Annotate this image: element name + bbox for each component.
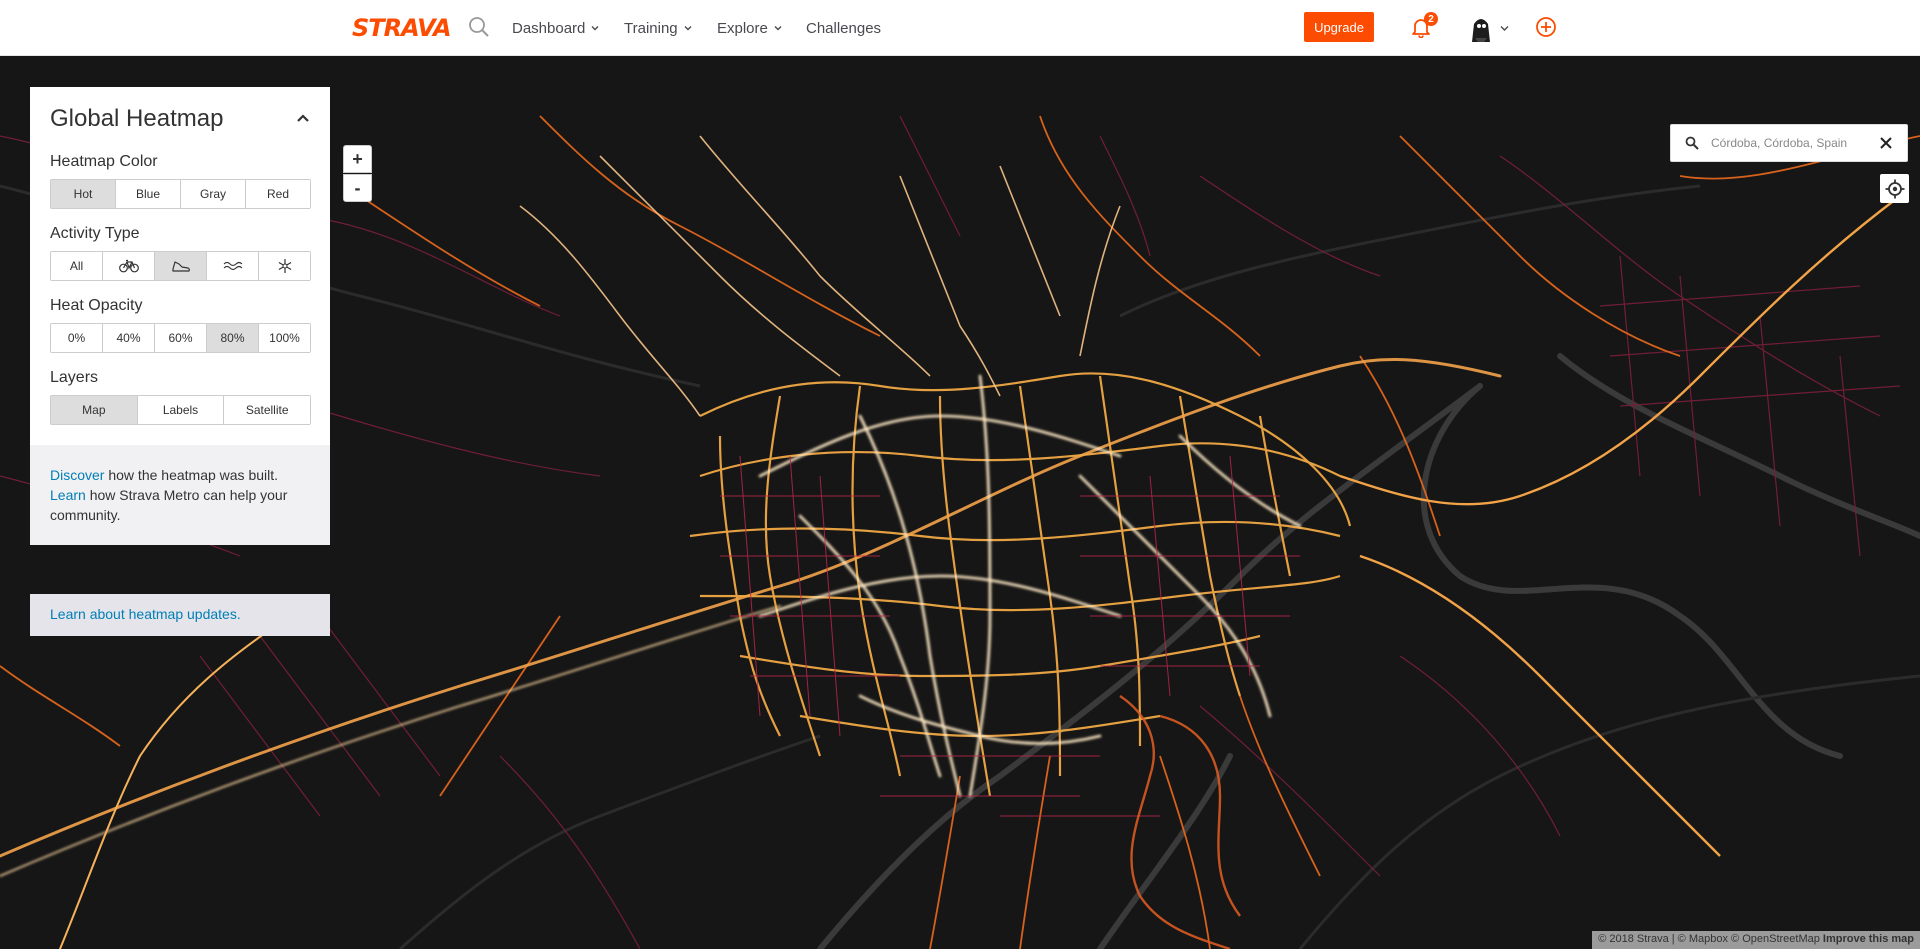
- chevron-down-icon[interactable]: [1500, 24, 1509, 32]
- nav-dashboard-menu[interactable]: Dashboard: [512, 18, 599, 38]
- heat-opacity-selector: 0% 40% 60% 80% 100%: [50, 323, 311, 353]
- activity-option-water[interactable]: [207, 252, 259, 280]
- zoom-in-button[interactable]: +: [343, 145, 372, 173]
- activity-type-label: Activity Type: [50, 225, 140, 242]
- nav-training-menu[interactable]: Training: [624, 18, 692, 38]
- close-icon[interactable]: [1879, 136, 1893, 150]
- chevron-down-icon: [774, 26, 782, 31]
- heatmap-updates-link[interactable]: Learn about heatmap updates.: [50, 606, 241, 622]
- panel-title: Global Heatmap: [50, 105, 224, 132]
- add-circle-icon[interactable]: [1535, 16, 1557, 38]
- notification-count-badge: 2: [1424, 12, 1438, 26]
- heatmap-settings-panel: Global Heatmap Heatmap Color Hot Blue Gr…: [30, 87, 330, 545]
- activity-option-run[interactable]: [155, 252, 207, 280]
- nav-explore-label: Explore: [717, 19, 768, 37]
- opacity-option-80[interactable]: 80%: [207, 324, 259, 352]
- nav-dashboard-label: Dashboard: [512, 19, 586, 37]
- chevron-up-icon[interactable]: [296, 113, 310, 123]
- heatmap-color-selector: Hot Blue Gray Red: [50, 179, 311, 209]
- search-icon: [1685, 136, 1699, 150]
- discover-text: how the heatmap was built.: [104, 467, 279, 483]
- attribution-text: © 2018 Strava | © Mapbox © OpenStreetMap: [1598, 933, 1823, 945]
- avatar[interactable]: [1466, 12, 1496, 44]
- heatmap-color-label: Heatmap Color: [50, 153, 158, 170]
- location-search-input[interactable]: [1711, 136, 1879, 150]
- color-option-red[interactable]: Red: [246, 180, 310, 208]
- heat-opacity-section: Heat Opacity 0% 40% 60% 80% 100%: [30, 297, 330, 353]
- strava-logo[interactable]: STRAVA: [352, 14, 452, 42]
- learn-link[interactable]: Learn: [50, 487, 86, 503]
- nav-training-label: Training: [624, 19, 678, 37]
- layers-label: Layers: [50, 369, 99, 386]
- layer-option-satellite[interactable]: Satellite: [224, 396, 310, 424]
- zoom-out-button[interactable]: -: [343, 174, 372, 202]
- panel-footer: Discover how the heatmap was built. Lear…: [30, 445, 330, 545]
- heatmap-color-section: Heatmap Color Hot Blue Gray Red: [30, 153, 330, 209]
- panel-header: Global Heatmap: [30, 87, 330, 147]
- discover-link[interactable]: Discover: [50, 467, 104, 483]
- snowflake-icon: [278, 259, 291, 273]
- top-navigation-bar: STRAVA Dashboard Training Explore Challe…: [0, 0, 1920, 56]
- avatar-image: [1466, 12, 1496, 44]
- run-shoe-icon: [171, 261, 190, 272]
- opacity-option-100[interactable]: 100%: [259, 324, 310, 352]
- color-option-gray[interactable]: Gray: [181, 180, 246, 208]
- upgrade-button[interactable]: Upgrade: [1304, 12, 1374, 42]
- color-option-hot[interactable]: Hot: [51, 180, 116, 208]
- opacity-option-40[interactable]: 40%: [103, 324, 155, 352]
- nav-explore-menu[interactable]: Explore: [717, 18, 782, 38]
- learn-text: how Strava Metro can help your community…: [50, 487, 288, 523]
- opacity-option-60[interactable]: 60%: [155, 324, 207, 352]
- layer-option-labels[interactable]: Labels: [137, 396, 225, 424]
- chevron-down-icon: [684, 26, 692, 31]
- chevron-down-icon: [591, 26, 599, 31]
- opacity-option-0[interactable]: 0%: [51, 324, 103, 352]
- search-icon[interactable]: [468, 16, 490, 38]
- heatmap-updates-box: Learn about heatmap updates.: [30, 594, 330, 636]
- activity-option-winter[interactable]: [259, 252, 310, 280]
- activity-option-ride[interactable]: [103, 252, 155, 280]
- location-search: [1670, 124, 1908, 162]
- activity-type-selector: All: [50, 251, 311, 281]
- locate-me-button[interactable]: [1880, 174, 1909, 203]
- nav-challenges-link[interactable]: Challenges: [806, 18, 881, 38]
- water-icon: [223, 261, 242, 271]
- activity-type-section: Activity Type All: [30, 225, 330, 281]
- crosshair-icon: [1885, 179, 1904, 198]
- layers-selector: Map Labels Satellite: [50, 395, 311, 425]
- activity-option-all[interactable]: All: [51, 252, 103, 280]
- improve-map-link[interactable]: Improve this map: [1823, 933, 1914, 945]
- layers-section: Layers Map Labels Satellite: [30, 369, 330, 425]
- heat-opacity-label: Heat Opacity: [50, 297, 143, 314]
- bike-icon: [118, 259, 139, 273]
- map-attribution: © 2018 Strava | © Mapbox © OpenStreetMap…: [1592, 931, 1920, 949]
- layer-option-map[interactable]: Map: [51, 396, 138, 424]
- color-option-blue[interactable]: Blue: [116, 180, 181, 208]
